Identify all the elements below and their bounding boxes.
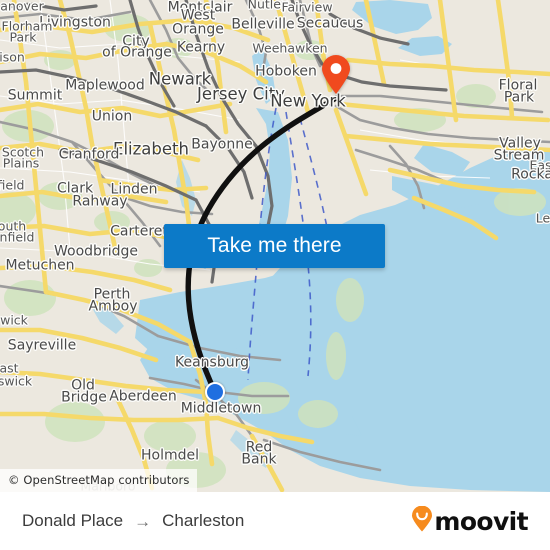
map-viewport[interactable]: anover Livingston Montclair West Orange Nutle… (0, 0, 550, 492)
origin-location-dot[interactable] (205, 382, 225, 402)
take-me-there-button[interactable]: Take me there (164, 224, 385, 268)
moovit-logo[interactable]: moovit (411, 505, 529, 537)
arrow-right-icon: → (134, 511, 152, 531)
destination-pin-icon[interactable] (321, 55, 351, 100)
footer-bar: Donald Place → Charleston moovit (0, 492, 550, 550)
moovit-pin-icon (411, 505, 433, 537)
trip-map-card: anover Livingston Montclair West Orange Nutle… (0, 0, 550, 550)
osm-attribution[interactable]: © OpenStreetMap contributors (0, 469, 198, 492)
origin-label: Donald Place (22, 511, 124, 530)
route-summary: Donald Place → Charleston (22, 511, 244, 531)
destination-label: Charleston (162, 511, 245, 530)
moovit-wordmark: moovit (434, 506, 528, 536)
